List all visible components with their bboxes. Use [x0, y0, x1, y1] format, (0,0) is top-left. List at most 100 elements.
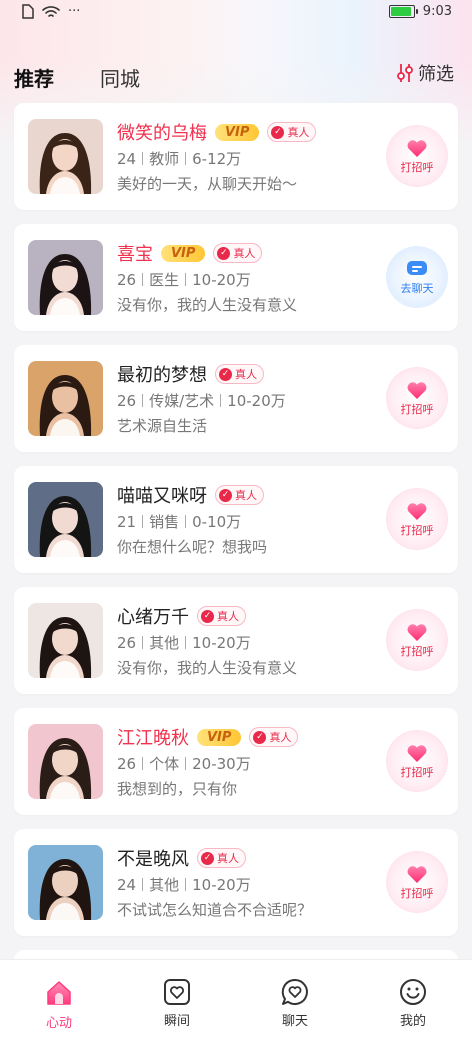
battery-icon [388, 5, 418, 18]
profile-name: 江江晚秋 [117, 728, 189, 749]
verified-badge: ✓ 真人 [215, 485, 264, 505]
profile-info: 喵喵又咪呀 ✓ 真人 21 销售 0-10万 你在想什么呢？想我吗 [117, 482, 377, 558]
nav-heartbeat[interactable]: 心动 [0, 960, 118, 1048]
profile-name: 不是晚风 [117, 849, 189, 870]
avatar[interactable] [28, 482, 103, 557]
nav-label: 我的 [399, 1014, 426, 1029]
more-dots: ··· [68, 4, 81, 19]
profile-meta: 26 医生 10-20万 [117, 268, 377, 292]
profile-card[interactable]: 喜宝 VIP ✓ 真人 26 医生 10-20万 没有你，我的人生没有意义 去聊天 [14, 224, 458, 331]
profile-info: 最初的梦想 ✓ 真人 26 传媒/艺术 10-20万 艺术源自生活 [117, 361, 377, 437]
profile-age: 24 [117, 150, 137, 168]
profile-list: 微笑的乌梅 VIP ✓ 真人 24 教师 6-12万 美好的一天，从聊天开始～ 打招… [14, 103, 458, 994]
profile-meta: 24 教师 6-12万 [117, 147, 377, 171]
profile-job: 医生 [149, 271, 180, 289]
profile-bio: 没有你，我的人生没有意义 [117, 659, 298, 677]
profile-card[interactable]: 心绪万千 ✓ 真人 26 其他 10-20万 没有你，我的人生没有意义 打招呼 [14, 587, 458, 694]
avatar[interactable] [28, 240, 103, 315]
avatar[interactable] [28, 724, 103, 799]
profile-meta: 26 其他 10-20万 [117, 631, 377, 655]
nav-chat[interactable]: 聊天 [236, 960, 354, 1048]
profile-info: 不是晚风 ✓ 真人 24 其他 10-20万 不试试怎么知道合不合适呢？ [117, 845, 377, 921]
profile-income: 10-20万 [192, 271, 251, 289]
profile-name: 心绪万千 [117, 607, 189, 628]
profile-card[interactable]: 不是晚风 ✓ 真人 24 其他 10-20万 不试试怎么知道合不合适呢？ 打招呼 [14, 829, 458, 936]
heart-icon [407, 865, 427, 883]
profile-meta: 26 个体 20-30万 [117, 752, 377, 776]
profile-job: 销售 [149, 513, 180, 531]
action-label: 打招呼 [400, 402, 434, 416]
wifi-icon [42, 5, 60, 17]
avatar[interactable] [28, 119, 103, 194]
profile-name: 喜宝 [117, 244, 153, 265]
profile-card[interactable]: 微笑的乌梅 VIP ✓ 真人 24 教师 6-12万 美好的一天，从聊天开始～ 打招… [14, 103, 458, 210]
profile-age: 26 [117, 271, 137, 289]
nav-moments[interactable]: 瞬间 [118, 960, 236, 1048]
profile-bio: 我想到的，只有你 [117, 780, 238, 798]
profile-age: 21 [117, 513, 137, 531]
chat-button[interactable]: 去聊天 [388, 248, 446, 306]
profile-info: 微笑的乌梅 VIP ✓ 真人 24 教师 6-12万 美好的一天，从聊天开始～ [117, 119, 377, 195]
greet-button[interactable]: 打招呼 [388, 611, 446, 669]
profile-meta: 21 销售 0-10万 [117, 510, 377, 534]
verified-label: 真人 [235, 489, 257, 502]
moments-heart-icon [164, 979, 190, 1005]
file-icon [22, 4, 34, 19]
avatar[interactable] [28, 361, 103, 436]
profile-job: 传媒/艺术 [149, 392, 215, 410]
verified-label: 真人 [235, 368, 257, 381]
profile-name: 喵喵又咪呀 [117, 486, 207, 507]
verified-label: 真人 [287, 126, 310, 139]
tab-recommend[interactable]: 推荐 [14, 63, 56, 94]
greet-button[interactable]: 打招呼 [388, 490, 446, 548]
profile-card[interactable]: 江江晚秋 VIP ✓ 真人 26 个体 20-30万 我想到的，只有你 打招呼 [14, 708, 458, 815]
heart-icon [407, 502, 427, 520]
action-label: 打招呼 [400, 644, 434, 658]
profile-age: 26 [117, 392, 137, 410]
profile-info: 心绪万千 ✓ 真人 26 其他 10-20万 没有你，我的人生没有意义 [117, 603, 377, 679]
greet-button[interactable]: 打招呼 [388, 732, 446, 790]
profile-income: 10-20万 [192, 876, 251, 894]
profile-card[interactable]: 喵喵又咪呀 ✓ 真人 21 销售 0-10万 你在想什么呢？想我吗 打招呼 [14, 466, 458, 573]
check-icon: ✓ [219, 488, 232, 502]
filter-label: 筛选 [418, 64, 454, 85]
chat-bubble-icon [407, 260, 427, 275]
greet-button[interactable]: 打招呼 [388, 369, 446, 427]
profile-income: 6-12万 [192, 150, 242, 168]
filter-button[interactable]: 筛选 [396, 60, 454, 86]
tab-same-city[interactable]: 同城 [100, 63, 140, 92]
profile-meta: 24 其他 10-20万 [117, 873, 377, 897]
profile-job: 其他 [149, 876, 180, 894]
profile-name: 最初的梦想 [117, 365, 207, 386]
profile-bio: 你在想什么呢？想我吗 [117, 538, 268, 556]
profile-age: 26 [117, 634, 137, 652]
verified-label: 真人 [233, 247, 256, 260]
filter-sliders-icon [397, 64, 413, 82]
check-icon: ✓ [217, 246, 231, 260]
verified-label: 真人 [217, 610, 239, 623]
action-label: 打招呼 [400, 765, 434, 779]
verified-label: 真人 [217, 852, 239, 865]
profile-meta: 26 传媒/艺术 10-20万 [117, 389, 377, 413]
vip-badge: VIP [197, 728, 242, 746]
nav-me[interactable]: 我的 [354, 960, 472, 1048]
profile-bio: 艺术源自生活 [117, 417, 208, 435]
greet-button[interactable]: 打招呼 [388, 853, 446, 911]
avatar[interactable] [28, 603, 103, 678]
action-label: 打招呼 [400, 886, 434, 900]
check-icon: ✓ [201, 851, 214, 865]
check-icon: ✓ [201, 609, 214, 623]
avatar[interactable] [28, 845, 103, 920]
profile-age: 26 [117, 755, 137, 773]
vip-badge: VIP [161, 244, 206, 262]
profile-job: 个体 [149, 755, 180, 773]
greet-button[interactable]: 打招呼 [388, 127, 446, 185]
profile-card[interactable]: 最初的梦想 ✓ 真人 26 传媒/艺术 10-20万 艺术源自生活 打招呼 [14, 345, 458, 452]
nav-label: 心动 [45, 1016, 72, 1031]
profile-bio: 美好的一天，从聊天开始～ [117, 175, 298, 193]
profile-age: 24 [117, 876, 137, 894]
profile-income: 0-10万 [192, 513, 242, 531]
profile-income: 10-20万 [227, 392, 286, 410]
profile-job: 其他 [149, 634, 180, 652]
profile-info: 喜宝 VIP ✓ 真人 26 医生 10-20万 没有你，我的人生没有意义 [117, 240, 377, 316]
